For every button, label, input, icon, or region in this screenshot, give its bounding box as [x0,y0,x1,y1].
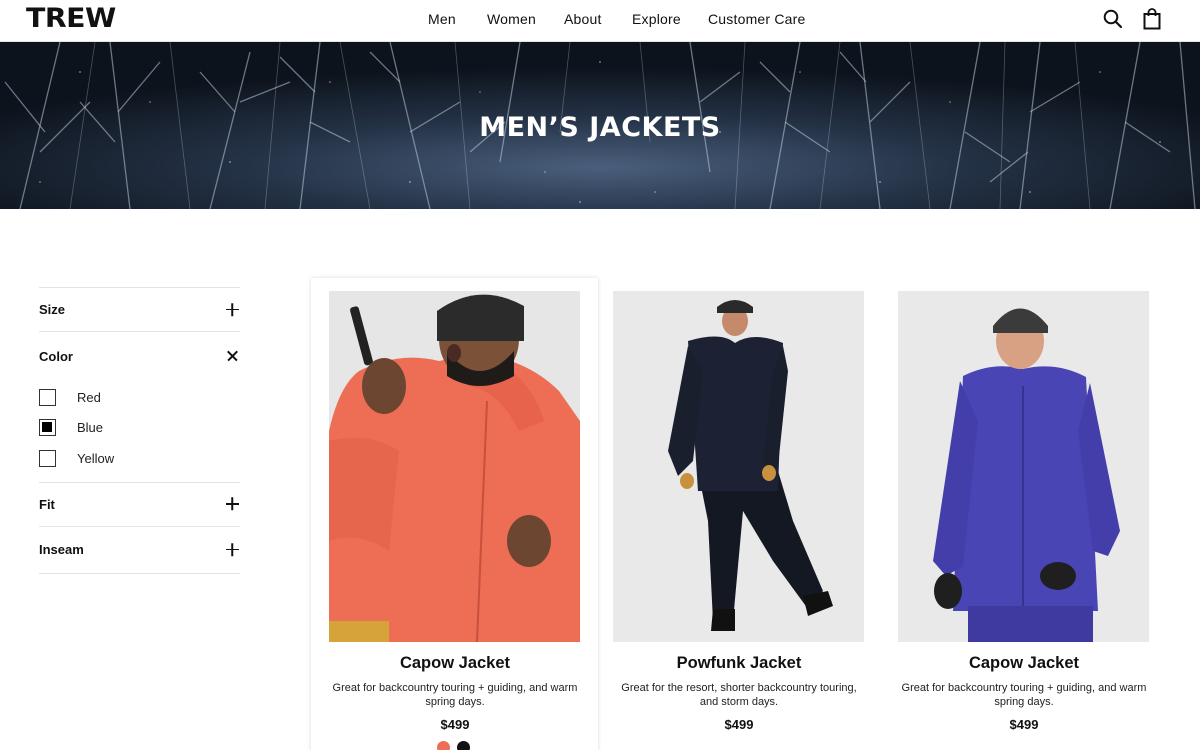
nav-item-women[interactable]: Women [487,11,536,27]
color-option-red[interactable]: Red [39,382,240,413]
filter-color: Color Red Blue Yellow [39,331,240,482]
color-swatches [437,741,470,750]
product-description: Great for the resort, shorter backcountr… [621,682,857,708]
product-image[interactable] [613,291,864,642]
nav-item-explore[interactable]: Explore [632,11,681,27]
product-price: $499 [724,717,754,732]
filter-inseam-label: Inseam [39,542,84,557]
swatch-red[interactable] [437,741,450,750]
hero-banner: MEN’S JACKETS [0,42,1200,209]
nav-item-men[interactable]: Men [428,11,456,27]
filter-size-header[interactable]: Size [39,288,240,331]
nav-item-about[interactable]: About [564,11,602,27]
cart-button[interactable] [1141,8,1163,30]
filter-inseam: Inseam [39,525,240,573]
color-option-label: Yellow [77,450,115,466]
color-options: Red Blue Yellow [39,380,240,482]
filter-size-label: Size [39,302,66,317]
product-card[interactable]: Capow Jacket Great for backcountry touri… [898,291,1150,732]
sidebar-divider [39,572,240,574]
close-icon[interactable] [226,349,240,363]
checkbox-blue[interactable] [39,419,56,437]
color-option-blue[interactable]: Blue [39,413,240,444]
bag-icon [1143,8,1161,30]
product-name[interactable]: Capow Jacket [329,654,581,673]
product-name[interactable]: Powfunk Jacket [613,654,865,673]
product-card[interactable]: Powfunk Jacket Great for the resort, sho… [613,291,865,732]
search-icon [1103,9,1123,29]
product-photo-capow-red [329,291,580,642]
filter-size: Size [39,287,240,331]
filter-sidebar: Size Color Red Blue Yellow Fit Inseam [39,287,240,574]
product-photo-capow-blue [898,291,1149,642]
color-option-label: Red [77,389,101,405]
nav-item-customer-care[interactable]: Customer Care [708,11,806,27]
product-image[interactable] [329,291,580,642]
product-description: Great for backcountry touring + guiding,… [332,682,578,708]
checkbox-red[interactable] [39,388,56,406]
product-photo-powfunk-black [613,291,864,642]
color-option-label: Blue [77,420,104,436]
filter-fit-label: Fit [39,496,55,512]
color-option-yellow[interactable]: Yellow [39,443,240,474]
filter-fit: Fit [39,481,240,526]
search-button[interactable] [1102,8,1124,30]
site-header: TREW Men Women About Explore Customer Ca… [0,0,1200,42]
filter-inseam-header[interactable]: Inseam [39,527,240,573]
filter-color-header[interactable]: Color [39,332,240,380]
product-description: Great for backcountry touring + guiding,… [901,682,1147,708]
swatch-black[interactable] [457,741,470,750]
product-image[interactable] [898,291,1149,642]
product-name[interactable]: Capow Jacket [898,654,1150,673]
main-nav: Men Women About Explore Customer Care [0,0,1200,40]
plus-icon[interactable] [226,543,240,557]
product-card[interactable]: Capow Jacket Great for backcountry touri… [329,291,581,732]
filter-color-label: Color [39,348,73,364]
page-title: MEN’S JACKETS [479,112,721,143]
product-price: $499 [1009,717,1039,732]
plus-icon[interactable] [226,303,240,317]
brand-logo[interactable]: TREW [26,4,116,34]
checkbox-yellow[interactable] [39,449,56,467]
filter-fit-header[interactable]: Fit [39,483,240,526]
product-price: $499 [440,717,470,732]
plus-icon[interactable] [226,497,240,511]
